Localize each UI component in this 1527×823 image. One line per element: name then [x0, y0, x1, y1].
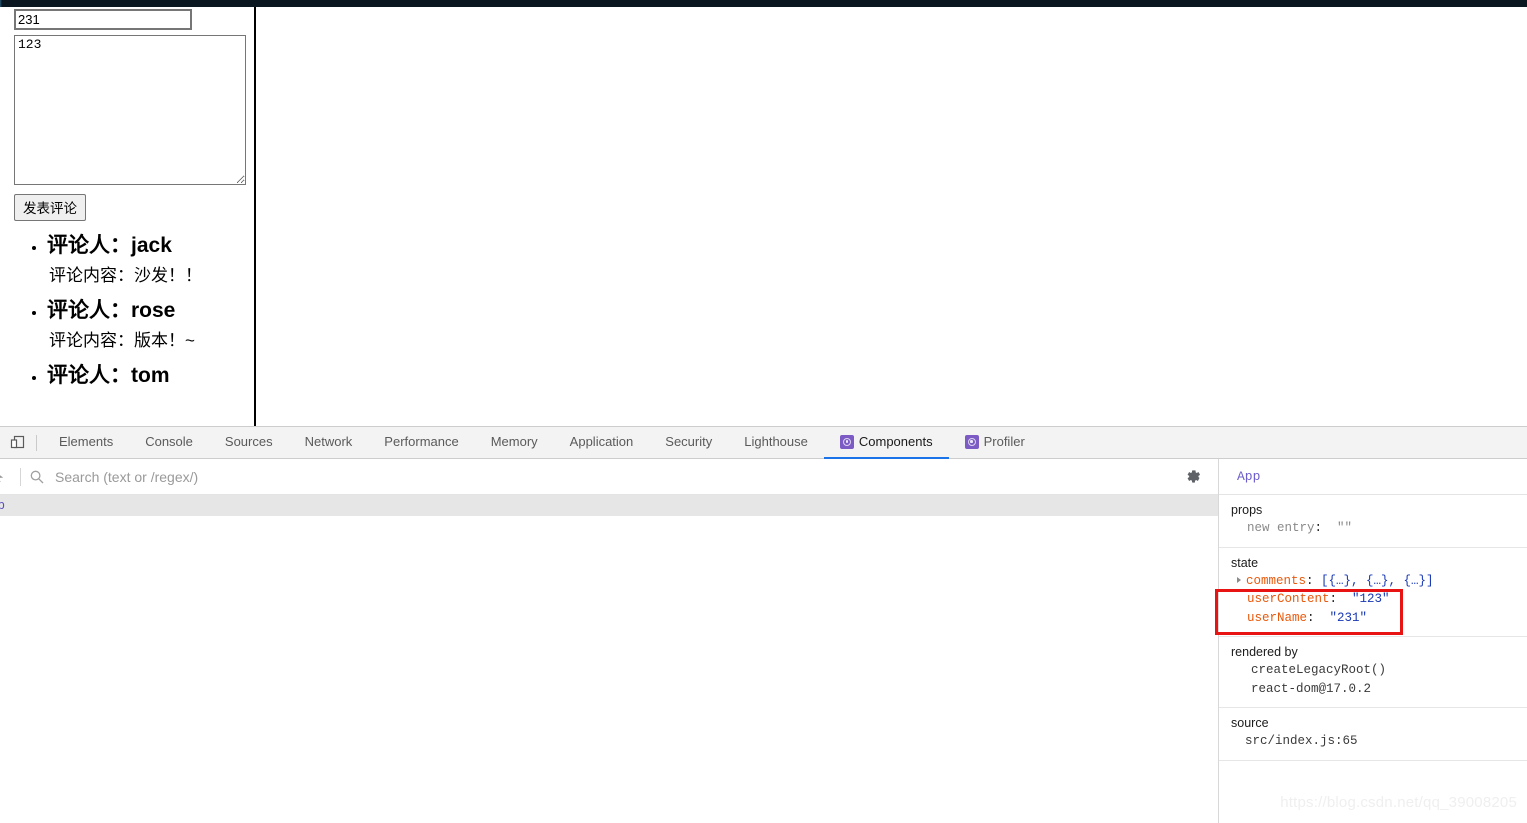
tab-label: Components	[858, 434, 933, 449]
toolbar-divider	[36, 434, 37, 451]
state-value: [{…}, {…}, {…}]	[1321, 573, 1434, 588]
devtools-tab-list: Elements Console Sources Network Perform…	[43, 427, 1041, 459]
prop-value: ""	[1337, 521, 1353, 535]
comment-list: 评论人：jack 评论内容：沙发！！ 评论人：rose 评论内容：版本！~ 评论…	[7, 232, 254, 390]
inspected-component-name: App	[1219, 459, 1527, 495]
props-entry[interactable]: new entry: ""	[1229, 519, 1527, 538]
props-title: props	[1231, 503, 1263, 517]
tab-console[interactable]: Console	[129, 427, 209, 459]
devtools-panel: Elements Console Sources Network Perform…	[0, 426, 1527, 823]
source-link[interactable]: src/index.js:65	[1229, 732, 1527, 751]
tree-row-app[interactable]: pp	[0, 495, 1218, 516]
page-viewport: 123 发表评论 评论人：jack 评论内容：沙发！！ 评论人：rose 评论内…	[0, 7, 256, 426]
screen-root: 123 发表评论 评论人：jack 评论内容：沙发！！ 评论人：rose 评论内…	[0, 0, 1527, 823]
prop-key: new entry	[1247, 521, 1315, 535]
tab-elements[interactable]: Elements	[43, 427, 129, 459]
rendered-by-title: rendered by	[1231, 645, 1298, 659]
react-icon	[839, 434, 854, 449]
tab-label: Sources	[224, 434, 273, 449]
comment-author-line: 评论人：tom	[47, 362, 254, 390]
tab-label: Profiler	[983, 434, 1025, 449]
state-key: userContent	[1247, 592, 1330, 606]
state-key: comments	[1246, 573, 1307, 588]
search-divider	[20, 467, 21, 486]
comment-body: 评论内容：版本！~	[49, 331, 195, 351]
comment-author-value: rose	[131, 298, 176, 322]
react-icon	[964, 434, 979, 449]
tab-label: Application	[569, 434, 634, 449]
inspect-element-icon[interactable]	[0, 469, 18, 485]
tab-label: Elements	[59, 434, 114, 449]
component-inspector-pane: App props new entry: "" state comments: …	[1219, 459, 1527, 823]
search-input[interactable]	[53, 467, 1053, 486]
tab-label: Performance	[384, 434, 459, 449]
tab-label: Lighthouse	[744, 434, 808, 449]
devtools-body: pp App props new entry: "" state comment…	[0, 459, 1527, 823]
tab-label: Memory	[490, 434, 538, 449]
source-section: source src/index.js:65	[1219, 708, 1527, 761]
tab-security[interactable]: Security	[649, 427, 728, 459]
tab-sources[interactable]: Sources	[209, 427, 289, 459]
user-name-input[interactable]	[14, 9, 192, 30]
source-title: source	[1231, 716, 1269, 730]
tab-profiler[interactable]: Profiler	[949, 427, 1041, 459]
search-icon	[29, 469, 45, 485]
tab-lighthouse[interactable]: Lighthouse	[728, 427, 824, 459]
comment-author-line: 评论人：jack	[47, 232, 254, 260]
comment-author-label: 评论人：	[47, 298, 131, 322]
tab-label: Network	[304, 434, 353, 449]
tree-row-label: pp	[0, 498, 6, 513]
list-item: 评论人：rose 评论内容：版本！~	[47, 297, 254, 354]
rendered-by-line: createLegacyRoot()	[1251, 663, 1387, 677]
gear-icon[interactable]	[1182, 466, 1204, 488]
tab-label: Console	[145, 434, 193, 449]
component-name-label: App	[1237, 469, 1261, 484]
background-window-strip	[0, 0, 1527, 7]
devtools-tabbar: Elements Console Sources Network Perform…	[0, 427, 1527, 459]
comment-author-value: jack	[131, 234, 172, 257]
comment-body: 评论内容：沙发！！	[49, 266, 202, 286]
tab-performance[interactable]: Performance	[368, 427, 474, 459]
state-value: "123"	[1352, 592, 1390, 606]
rendered-by-line: react-dom@17.0.2	[1251, 681, 1372, 696]
state-value: "231"	[1329, 610, 1368, 625]
rendered-by-section: rendered by createLegacyRoot() react-dom…	[1219, 637, 1527, 708]
tab-components[interactable]: Components	[823, 427, 949, 459]
components-search-row	[0, 459, 1218, 495]
state-entry-comments[interactable]: comments: [{…}, {…}, {…}]	[1229, 572, 1527, 591]
components-tree-pane: pp	[0, 459, 1219, 823]
tab-label: Security	[665, 434, 713, 449]
tab-network[interactable]: Network	[289, 427, 369, 459]
tab-application[interactable]: Application	[554, 427, 650, 459]
comment-author-value: tom	[131, 363, 170, 387]
chevron-right-icon[interactable]	[1237, 576, 1241, 583]
device-toolbar-icon[interactable]	[4, 427, 30, 459]
user-content-textarea[interactable]: 123	[14, 35, 246, 185]
tab-memory[interactable]: Memory	[475, 427, 554, 459]
submit-comment-button[interactable]: 发表评论	[14, 194, 86, 221]
comment-author-label: 评论人：	[47, 234, 131, 257]
list-item: 评论人：jack 评论内容：沙发！！	[47, 232, 254, 289]
state-key: userName	[1247, 610, 1308, 625]
comment-author-label: 评论人：	[47, 363, 131, 387]
comment-author-line: 评论人：rose	[47, 297, 254, 325]
state-entry-usercontent[interactable]: userContent: "123"	[1229, 590, 1527, 609]
props-section: props new entry: ""	[1219, 495, 1527, 548]
state-title: state	[1231, 555, 1259, 570]
state-section: state comments: [{…}, {…}, {…}] userCont…	[1219, 548, 1527, 637]
state-entry-username[interactable]: userName: "231"	[1229, 609, 1527, 628]
app-root: 123 发表评论 评论人：jack 评论内容：沙发！！ 评论人：rose 评论内…	[0, 7, 254, 390]
list-item: 评论人：tom	[47, 362, 254, 390]
watermark: https://blog.csdn.net/qq_39008205	[1280, 794, 1517, 811]
